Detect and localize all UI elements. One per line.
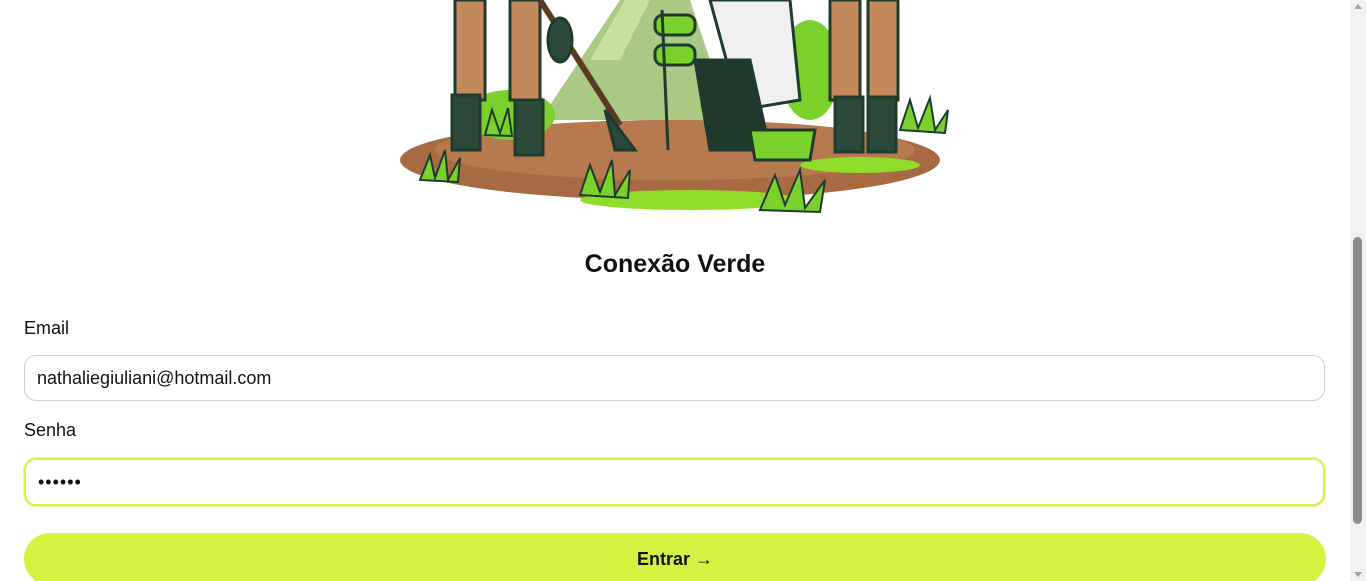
email-field[interactable] — [24, 355, 1325, 401]
scroll-up-icon[interactable] — [1354, 4, 1362, 9]
page-title: Conexão Verde — [584, 250, 766, 278]
vertical-scrollbar[interactable] — [1350, 0, 1366, 581]
scrollbar-thumb[interactable] — [1353, 237, 1362, 524]
password-label: Senha — [24, 420, 77, 440]
login-button[interactable]: Entrar → — [24, 533, 1326, 581]
email-label: Email — [24, 318, 70, 338]
login-page: Conexão Verde Email Senha Entrar → — [0, 0, 1366, 581]
scroll-down-icon[interactable] — [1354, 572, 1362, 577]
tree-planting-illustration — [400, 0, 949, 214]
password-field[interactable] — [24, 458, 1325, 506]
